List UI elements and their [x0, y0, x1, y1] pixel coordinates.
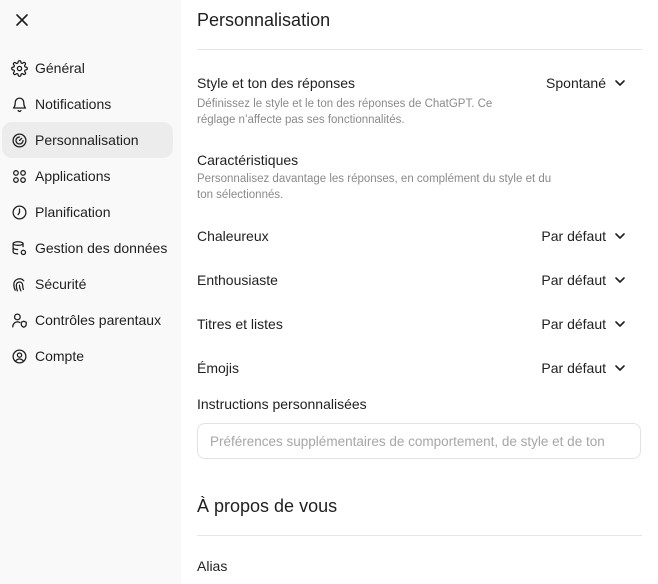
sidebar-item-personalisation[interactable]: Personnalisation [2, 122, 173, 158]
chevron-down-icon [614, 273, 628, 287]
characteristics-label: Caractéristiques [197, 152, 299, 168]
sidebar-item-label: Personnalisation [35, 132, 139, 148]
sidebar-item-label: Sécurité [35, 276, 87, 292]
sidebar-item-label: Général [35, 60, 85, 76]
headings-lists-label: Titres et listes [197, 316, 283, 332]
page-title: Personnalisation [197, 10, 331, 30]
fingerprint-icon [10, 275, 28, 293]
sidebar-item-account[interactable]: Compte [2, 338, 173, 374]
chevron-down-icon [614, 317, 628, 331]
user-circle-icon [10, 347, 28, 365]
database-gear-icon [10, 239, 28, 257]
warm-value: Par défaut [541, 228, 606, 244]
characteristics-description: Personnalisez davantage les réponses, en… [197, 173, 552, 201]
sidebar-item-label: Contrôles parentaux [35, 312, 162, 328]
about-divider [197, 535, 642, 536]
settings-sidebar: Général Notifications Personnalisation A… [0, 0, 181, 584]
style-value: Spontané [546, 75, 606, 91]
alias-label: Alias [197, 558, 228, 574]
close-button[interactable] [8, 6, 36, 34]
sidebar-item-data-management[interactable]: Gestion des données [2, 230, 173, 266]
sidebar-item-label: Applications [35, 168, 111, 184]
style-dropdown[interactable]: Spontané [546, 75, 628, 91]
gear-icon [10, 59, 28, 77]
enthusiastic-value: Par défaut [541, 272, 606, 288]
sidebar-item-planification[interactable]: Planification [2, 194, 173, 230]
style-description: Définissez le style et le ton des répons… [197, 98, 493, 126]
about-you-title: À propos de vous [197, 496, 338, 516]
close-icon [16, 14, 28, 26]
sidebar-item-label: Notifications [35, 96, 112, 112]
warm-label: Chaleureux [197, 228, 269, 244]
custom-instructions-input[interactable] [197, 423, 641, 459]
warm-dropdown[interactable]: Par défaut [541, 228, 628, 244]
chevron-down-icon [614, 76, 628, 90]
sidebar-item-security[interactable]: Sécurité [2, 266, 173, 302]
sidebar-item-label: Compte [35, 348, 85, 364]
user-shield-icon [10, 311, 28, 329]
sidebar-item-general[interactable]: Général [2, 50, 173, 86]
headings-lists-dropdown[interactable]: Par défaut [541, 316, 628, 332]
sidebar-item-label: Planification [35, 204, 111, 220]
personalization-icon [10, 131, 28, 149]
emojis-label: Émojis [197, 360, 240, 376]
sidebar-item-notifications[interactable]: Notifications [2, 86, 173, 122]
sidebar-item-applications[interactable]: Applications [2, 158, 173, 194]
emojis-value: Par défaut [541, 360, 606, 376]
headings-lists-value: Par défaut [541, 316, 606, 332]
bell-icon [10, 95, 28, 113]
emojis-dropdown[interactable]: Par défaut [541, 360, 628, 376]
enthusiastic-label: Enthousiaste [197, 272, 278, 288]
title-divider [197, 49, 642, 50]
chevron-down-icon [614, 361, 628, 375]
apps-grid-icon [10, 167, 28, 185]
sidebar-item-parental-controls[interactable]: Contrôles parentaux [2, 302, 173, 338]
style-label: Style et ton des réponses [197, 75, 355, 91]
sidebar-item-label: Gestion des données [35, 240, 168, 256]
settings-panel: Personnalisation Style et ton des répons… [181, 0, 658, 584]
clock-icon [10, 203, 28, 221]
custom-instructions-label: Instructions personnalisées [197, 396, 367, 412]
chevron-down-icon [614, 229, 628, 243]
enthusiastic-dropdown[interactable]: Par défaut [541, 272, 628, 288]
